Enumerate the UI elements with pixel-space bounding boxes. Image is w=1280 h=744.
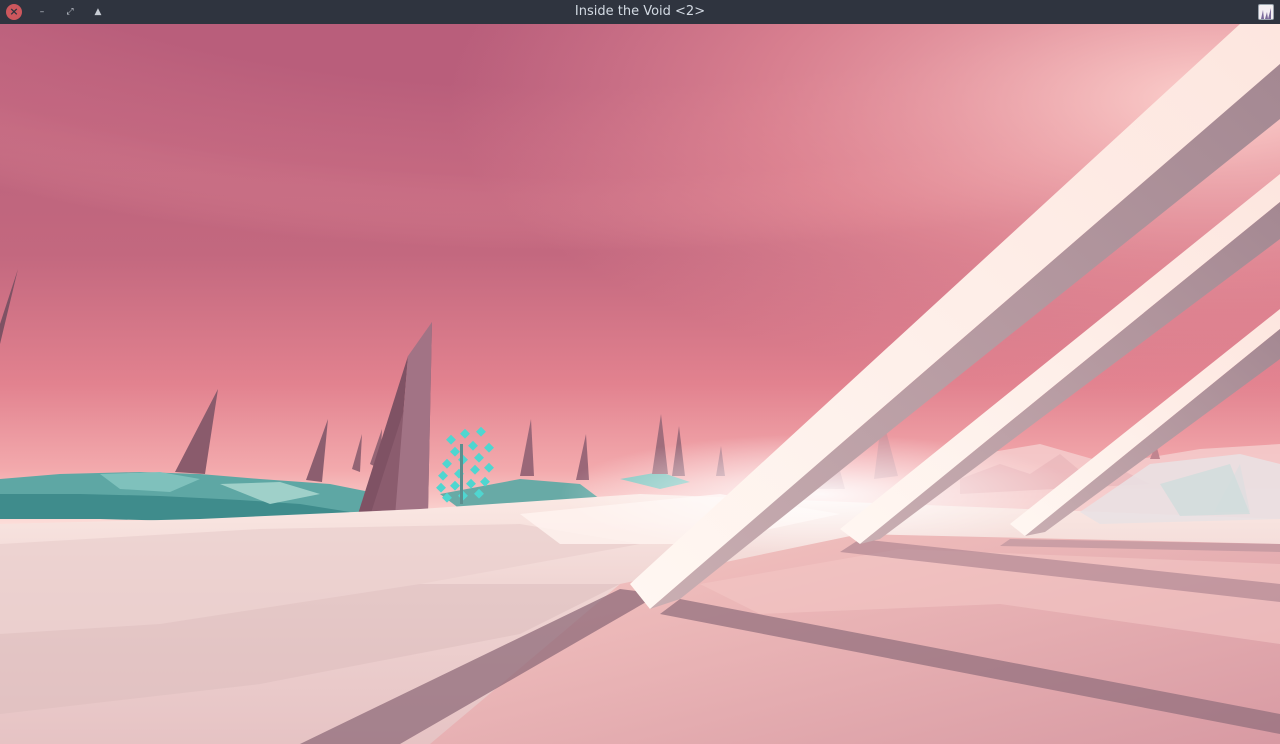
game-window: × – ⤢ ▲ Inside the Void <2> xyxy=(0,0,1280,744)
window-titlebar[interactable]: × – ⤢ ▲ Inside the Void <2> xyxy=(0,0,1280,24)
game-viewport[interactable] xyxy=(0,24,1280,744)
game-scene xyxy=(0,24,1280,744)
crystal-stem xyxy=(460,444,463,504)
window-title: Inside the Void <2> xyxy=(574,4,706,19)
app-icon-graphic xyxy=(1259,6,1273,19)
game-app-icon[interactable] xyxy=(1258,4,1274,20)
